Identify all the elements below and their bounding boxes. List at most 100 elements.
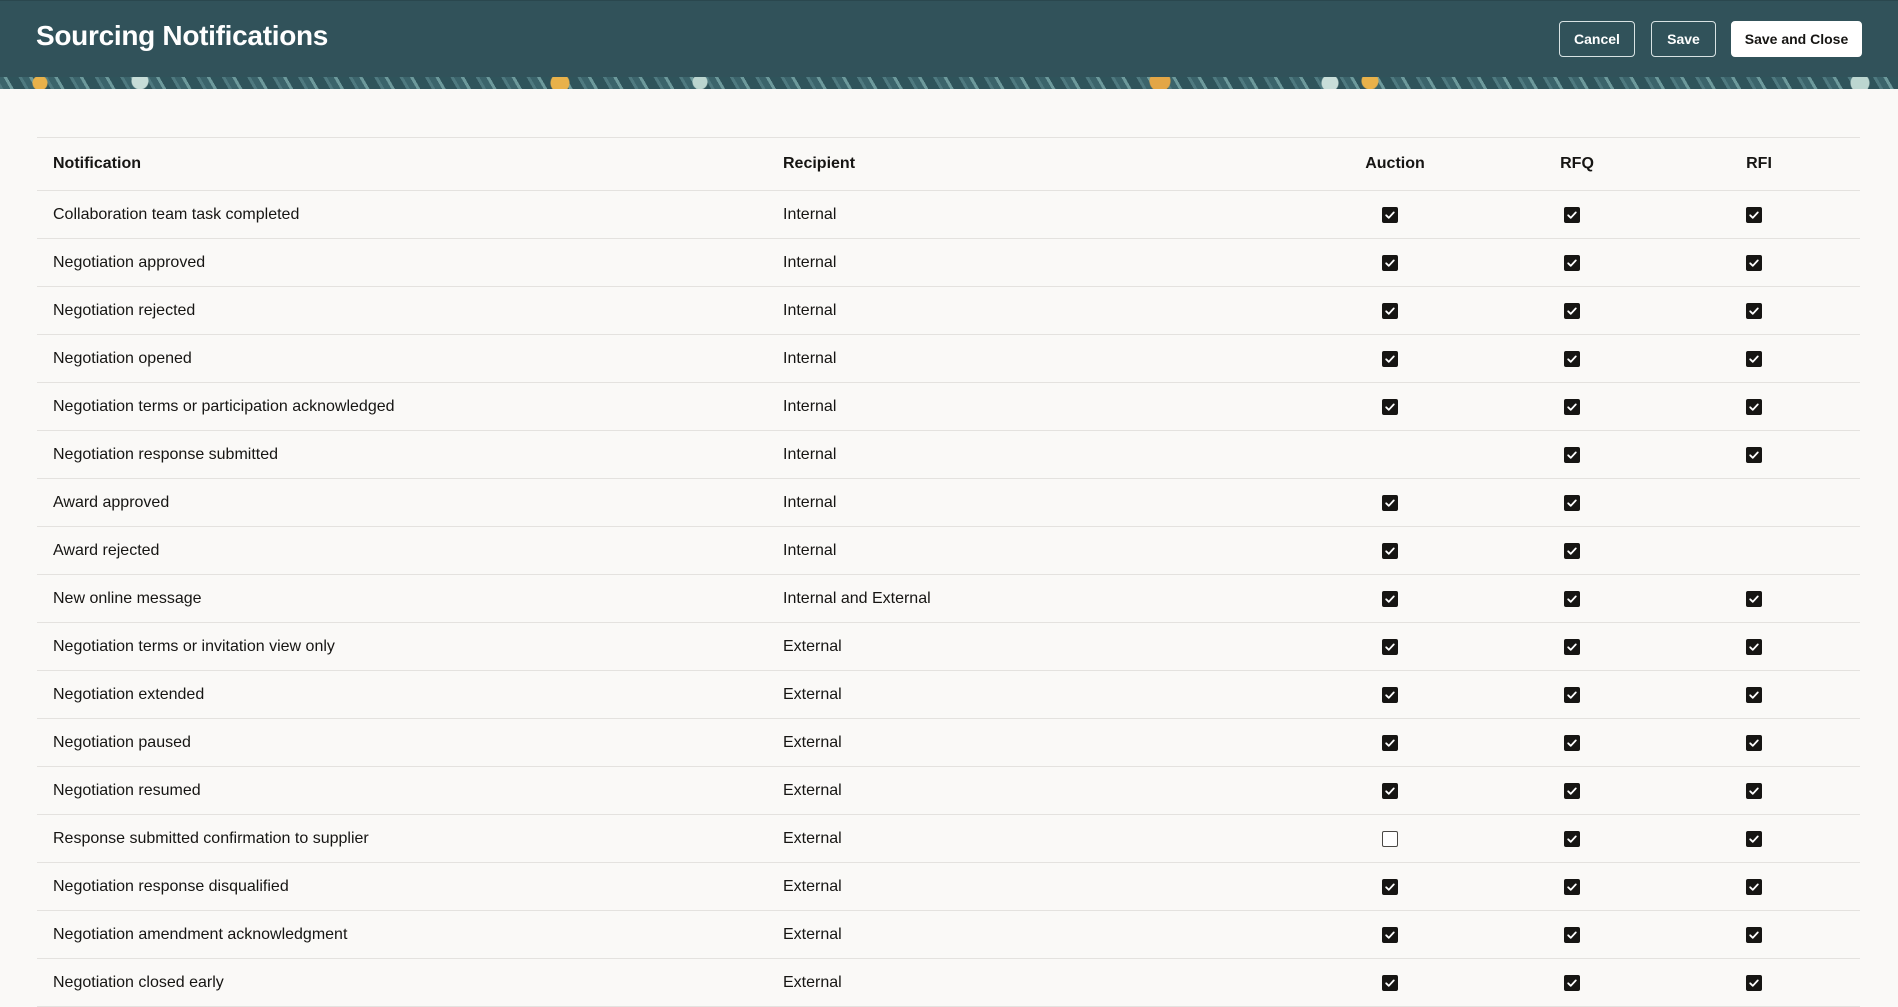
check-icon (1748, 881, 1760, 893)
rfi-cell (1714, 383, 1794, 430)
check-icon (1384, 785, 1396, 797)
rfq-checkbox[interactable] (1564, 254, 1580, 271)
rfq-checkbox[interactable] (1564, 302, 1580, 319)
rfi-checkbox[interactable] (1746, 782, 1762, 799)
check-icon (1566, 497, 1578, 509)
auction-cell (1350, 911, 1430, 958)
rfi-cell (1714, 527, 1794, 574)
notification-name: Negotiation terms or participation ackno… (53, 397, 395, 415)
check-icon (1566, 593, 1578, 605)
auction-checkbox[interactable] (1382, 830, 1398, 847)
check-icon (1384, 209, 1396, 221)
table-row: Negotiation terms or participation ackno… (37, 383, 1860, 431)
auction-checkbox[interactable] (1382, 494, 1398, 511)
auction-checkbox[interactable] (1382, 926, 1398, 943)
auction-checkbox[interactable] (1382, 350, 1398, 367)
notification-name: Response submitted confirmation to suppl… (53, 829, 369, 847)
rfi-checkbox[interactable] (1746, 686, 1762, 703)
rfq-checkbox[interactable] (1564, 734, 1580, 751)
rfq-checkbox[interactable] (1564, 878, 1580, 895)
auction-checkbox[interactable] (1382, 686, 1398, 703)
rfq-checkbox[interactable] (1564, 926, 1580, 943)
table-row: New online message Internal and External (37, 575, 1860, 623)
auction-checkbox[interactable] (1382, 302, 1398, 319)
auction-checkbox[interactable] (1382, 638, 1398, 655)
recipient-value: Internal (783, 541, 837, 559)
table-row: Negotiation response submitted Internal (37, 431, 1860, 479)
rfq-checkbox[interactable] (1564, 590, 1580, 607)
auction-checkbox[interactable] (1382, 590, 1398, 607)
check-icon (1384, 353, 1396, 365)
rfq-checkbox[interactable] (1564, 782, 1580, 799)
check-icon (1384, 545, 1396, 557)
auction-checkbox[interactable] (1382, 398, 1398, 415)
auction-cell (1350, 575, 1430, 622)
save-button[interactable]: Save (1651, 21, 1716, 57)
rfi-checkbox[interactable] (1746, 350, 1762, 367)
rfq-checkbox[interactable] (1564, 638, 1580, 655)
check-icon (1384, 257, 1396, 269)
rfq-checkbox[interactable] (1564, 830, 1580, 847)
rfq-cell (1532, 575, 1612, 622)
rfi-checkbox[interactable] (1746, 398, 1762, 415)
check-icon (1384, 305, 1396, 317)
rfq-cell (1532, 527, 1612, 574)
notification-name: Negotiation resumed (53, 781, 201, 799)
rfq-checkbox[interactable] (1564, 686, 1580, 703)
rfq-checkbox[interactable] (1564, 398, 1580, 415)
cancel-button[interactable]: Cancel (1559, 21, 1635, 57)
rfq-checkbox[interactable] (1564, 494, 1580, 511)
rfi-checkbox[interactable] (1746, 206, 1762, 223)
rfi-checkbox[interactable] (1746, 926, 1762, 943)
auction-cell (1350, 383, 1430, 430)
save-and-close-button[interactable]: Save and Close (1731, 21, 1862, 57)
rfq-checkbox[interactable] (1564, 974, 1580, 991)
check-icon (1566, 257, 1578, 269)
rfi-checkbox[interactable] (1746, 446, 1762, 463)
rfi-cell (1714, 575, 1794, 622)
auction-checkbox[interactable] (1382, 542, 1398, 559)
auction-checkbox[interactable] (1382, 878, 1398, 895)
rfi-checkbox[interactable] (1746, 590, 1762, 607)
rfi-checkbox[interactable] (1746, 254, 1762, 271)
auction-checkbox[interactable] (1382, 782, 1398, 799)
table-row: Negotiation amendment acknowledgment Exte… (37, 911, 1860, 959)
notification-name: Negotiation extended (53, 685, 205, 703)
rfi-checkbox[interactable] (1746, 878, 1762, 895)
rfi-checkbox[interactable] (1746, 638, 1762, 655)
check-icon (1384, 881, 1396, 893)
page-header: Sourcing Notifications Cancel Save Save … (0, 0, 1898, 89)
table-row: Negotiation closed early External (37, 959, 1860, 1007)
auction-cell (1350, 527, 1430, 574)
rfq-cell (1532, 335, 1612, 382)
rfi-cell (1714, 863, 1794, 910)
notification-name: Negotiation amendment acknowledgment (53, 925, 348, 943)
rfq-checkbox[interactable] (1564, 542, 1580, 559)
auction-cell (1350, 479, 1430, 526)
auction-cell (1350, 431, 1430, 478)
auction-checkbox[interactable] (1382, 974, 1398, 991)
check-icon (1384, 497, 1396, 509)
check-icon (1566, 401, 1578, 413)
recipient-value: Internal (783, 397, 837, 415)
recipient-value: External (783, 733, 842, 751)
rfi-cell (1714, 335, 1794, 382)
check-icon (1748, 929, 1760, 941)
rfi-checkbox[interactable] (1746, 974, 1762, 991)
auction-cell (1350, 671, 1430, 718)
recipient-value: External (783, 877, 842, 895)
recipient-value: Internal (783, 493, 837, 511)
rfi-checkbox[interactable] (1746, 830, 1762, 847)
auction-cell (1350, 863, 1430, 910)
rfq-checkbox[interactable] (1564, 206, 1580, 223)
rfq-checkbox[interactable] (1564, 350, 1580, 367)
rfi-checkbox[interactable] (1746, 302, 1762, 319)
check-icon (1748, 449, 1760, 461)
auction-checkbox[interactable] (1382, 254, 1398, 271)
check-icon (1566, 881, 1578, 893)
rfq-checkbox[interactable] (1564, 446, 1580, 463)
rfi-checkbox[interactable] (1746, 734, 1762, 751)
rfq-cell (1532, 479, 1612, 526)
auction-checkbox[interactable] (1382, 206, 1398, 223)
auction-checkbox[interactable] (1382, 734, 1398, 751)
